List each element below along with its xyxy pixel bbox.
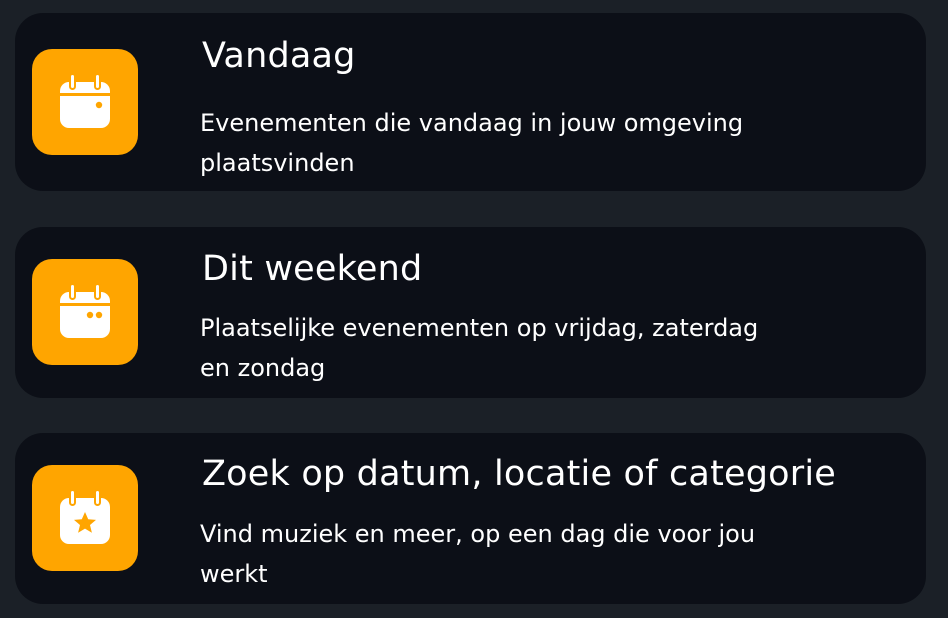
option-description: Evenementen die vandaag in jouw omgeving… [200, 109, 744, 177]
calendar-today-icon [60, 73, 110, 128]
calendar-star-icon [60, 489, 110, 544]
option-description: Plaatselijke evenementen op vrijdag, zat… [200, 314, 759, 382]
option-title: Zoek op datum, locatie of categorie [202, 454, 837, 494]
event-options-list: Vandaag Evenementen die vandaag in jouw … [0, 0, 948, 618]
calendar-weekend-icon [60, 283, 110, 338]
calendar-star-icon-tile [32, 465, 138, 571]
option-card-search[interactable]: Zoek op datum, locatie of categorie Vind… [15, 433, 926, 604]
calendar-weekend-icon-tile [32, 259, 138, 365]
option-card-today[interactable]: Vandaag Evenementen die vandaag in jouw … [15, 13, 926, 191]
option-description: Vind muziek en meer, op een dag die voor… [200, 520, 756, 588]
option-title: Dit weekend [202, 249, 423, 289]
option-title: Vandaag [202, 36, 356, 76]
option-card-weekend[interactable]: Dit weekend Plaatselijke evenementen op … [15, 227, 926, 398]
calendar-today-icon-tile [32, 49, 138, 155]
